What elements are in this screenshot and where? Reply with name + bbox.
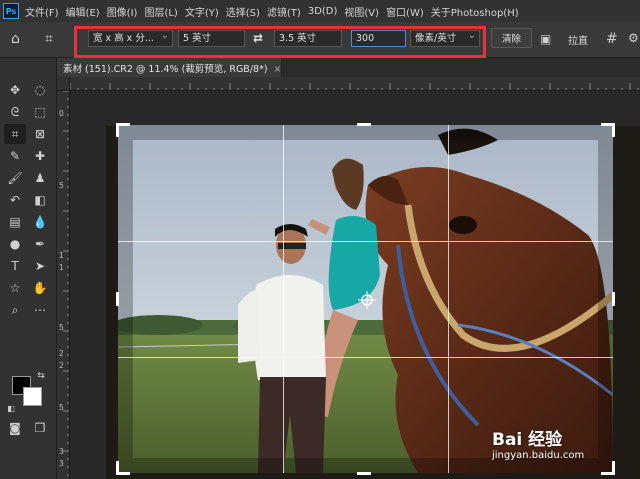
vruler-label: 5 xyxy=(59,323,64,332)
crop-handle-left[interactable] xyxy=(116,292,119,306)
crop-handle-bottom-left[interactable] xyxy=(116,461,130,475)
menu-about[interactable]: 关于Photoshop(H) xyxy=(431,4,519,19)
swap-colors-icon[interactable]: ⇆ xyxy=(34,370,48,382)
clear-button[interactable]: 清除 xyxy=(491,28,532,48)
type-tool-icon[interactable]: T xyxy=(4,256,26,276)
pen-tool-icon[interactable]: ✒ xyxy=(29,234,51,254)
crop-grid-line xyxy=(118,241,613,242)
blur-tool-icon[interactable]: 💧 xyxy=(29,212,51,232)
vruler-label: 2 xyxy=(59,349,64,358)
crop-tool-preset-icon[interactable]: ⌗ xyxy=(45,31,53,47)
tools-panel: ✥ ◌ ᘓ ⬚ ⌗ ⊠ ✎ ✚ 🖌 ♟ ↶ ◧ ▤ 💧 ● ✒ T ➤ ☆ ✋ … xyxy=(0,58,57,479)
width-input[interactable]: 5 英寸 xyxy=(178,30,245,47)
baidu-watermark-logo: Bai 经验 xyxy=(492,430,563,450)
crop-handle-bottom[interactable] xyxy=(357,472,371,475)
horizontal-ruler-ticks xyxy=(70,83,639,90)
crop-handle-top-right[interactable] xyxy=(601,123,615,137)
menu-window[interactable]: 窗口(W) xyxy=(386,4,424,19)
vruler-label: 0 xyxy=(59,109,64,118)
document-tab-title: 素材 (151).CR2 @ 11.4% (裁剪预览, RGB/8*) xyxy=(63,64,268,75)
menu-edit[interactable]: 编辑(E) xyxy=(66,4,100,19)
resolution-input[interactable]: 300 xyxy=(351,30,406,47)
crop-grid-line xyxy=(448,125,449,473)
crop-handle-top-left[interactable] xyxy=(116,123,130,137)
menu-file[interactable]: 文件(F) xyxy=(25,4,59,19)
canvas-area[interactable] xyxy=(70,91,640,479)
path-select-tool-icon[interactable]: ➤ xyxy=(29,256,51,276)
healing-brush-tool-icon[interactable]: ✚ xyxy=(29,146,51,166)
object-select-tool-icon[interactable]: ⬚ xyxy=(29,102,51,122)
dodge-tool-icon[interactable]: ● xyxy=(4,234,26,254)
camera-icon[interactable]: ▣ xyxy=(540,32,551,46)
background-color-swatch[interactable] xyxy=(23,387,42,406)
vruler-label: 3 xyxy=(59,459,64,468)
menu-select[interactable]: 选择(S) xyxy=(226,4,260,19)
crop-tool-icon[interactable]: ⌗ xyxy=(4,124,26,144)
crop-grid-line xyxy=(118,357,613,358)
vruler-label: 2 xyxy=(59,361,64,370)
move-tool-icon[interactable]: ✥ xyxy=(4,80,26,100)
home-icon[interactable]: ⌂ xyxy=(11,31,20,47)
resolution-unit-select[interactable]: 像素/英寸 xyxy=(410,30,480,47)
menu-view[interactable]: 视图(V) xyxy=(344,4,379,19)
default-colors-icon[interactable]: ◧ xyxy=(4,402,18,414)
menu-type[interactable]: 文字(Y) xyxy=(185,4,219,19)
frame-tool-icon[interactable]: ⊠ xyxy=(29,124,51,144)
crop-grid-line xyxy=(283,125,284,473)
photoshop-logo-icon[interactable]: Ps xyxy=(3,3,19,19)
menu-layer[interactable]: 图层(L) xyxy=(144,4,177,19)
quick-mask-icon[interactable]: ◙ xyxy=(4,418,26,438)
document-tab[interactable]: 素材 (151).CR2 @ 11.4% (裁剪预览, RGB/8*) × xyxy=(57,58,282,77)
zoom-tool-icon[interactable]: ⌕ xyxy=(4,300,26,320)
lasso-tool-icon[interactable]: ᘓ xyxy=(4,102,26,122)
menu-filter[interactable]: 滤镜(T) xyxy=(267,4,301,19)
shape-tool-icon[interactable]: ☆ xyxy=(4,278,26,298)
close-tab-icon[interactable]: × xyxy=(274,64,282,75)
eraser-tool-icon[interactable]: ◧ xyxy=(29,190,51,210)
gradient-tool-icon[interactable]: ▤ xyxy=(4,212,26,232)
brush-tool-icon[interactable]: 🖌 xyxy=(4,168,26,188)
baidu-watermark-url: jingyan.baidu.com xyxy=(492,450,585,461)
hand-tool-icon[interactable]: ✋ xyxy=(29,278,51,298)
vruler-label: 5 xyxy=(59,403,64,412)
marquee-tool-icon[interactable]: ◌ xyxy=(29,80,51,100)
crop-center-crosshair-icon[interactable] xyxy=(358,291,376,309)
history-brush-tool-icon[interactable]: ↶ xyxy=(4,190,26,210)
vruler-label: 1 xyxy=(59,251,64,260)
overlay-grid-icon[interactable]: # xyxy=(606,31,618,47)
eyedropper-tool-icon[interactable]: ✎ xyxy=(4,146,26,166)
ratio-preset-select[interactable]: 宽 x 高 x 分... xyxy=(88,30,173,47)
stamp-tool-icon[interactable]: ♟ xyxy=(29,168,51,188)
ruler-origin[interactable] xyxy=(57,77,70,91)
vertical-ruler-ticks xyxy=(63,91,69,476)
settings-gear-icon[interactable]: ⚙ xyxy=(628,31,639,45)
crop-handle-top[interactable] xyxy=(357,123,371,126)
screen-mode-icon[interactable]: ❐ xyxy=(29,418,51,438)
height-input[interactable]: 3.5 英寸 xyxy=(274,30,342,47)
tab-strip xyxy=(282,58,640,77)
straighten-button[interactable]: 拉直 xyxy=(568,32,588,47)
swap-dimensions-icon[interactable]: ⇄ xyxy=(253,31,263,45)
menu-3d[interactable]: 3D(D) xyxy=(308,6,338,17)
more-tools-icon[interactable]: ⋯ xyxy=(29,300,51,320)
vruler-label: 1 xyxy=(59,263,64,272)
horizontal-ruler[interactable] xyxy=(70,77,640,91)
menu-image[interactable]: 图像(I) xyxy=(107,4,138,19)
vruler-label: 3 xyxy=(59,447,64,456)
vertical-ruler[interactable]: 0 5 1 1 5 2 2 5 3 3 xyxy=(57,91,70,479)
crop-handle-right[interactable] xyxy=(612,292,615,306)
crop-handle-bottom-right[interactable] xyxy=(601,461,615,475)
vruler-label: 5 xyxy=(59,181,64,190)
menu-bar: Ps 文件(F) 编辑(E) 图像(I) 图层(L) 文字(Y) 选择(S) 滤… xyxy=(0,0,640,22)
